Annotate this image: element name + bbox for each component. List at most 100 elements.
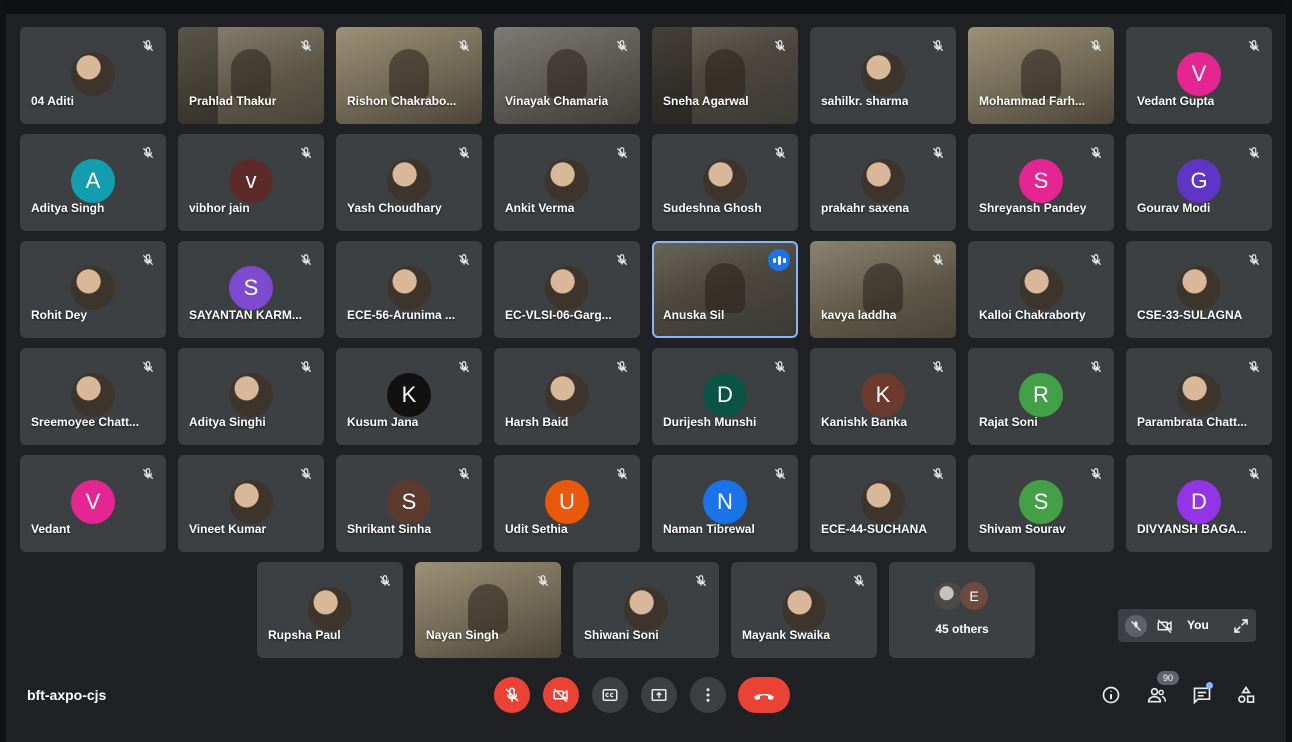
participant-name: Gourav Modi [1137, 201, 1211, 215]
participant-tile[interactable]: Harsh Baid [494, 348, 640, 445]
participant-tile[interactable]: R Rajat Soni [968, 348, 1114, 445]
avatar-initial: U [545, 480, 589, 524]
participant-tile[interactable]: Prahlad Thakur [178, 27, 324, 124]
mic-muted-icon [694, 574, 708, 588]
mic-muted-icon [615, 360, 629, 374]
self-cam-off-icon[interactable] [1154, 615, 1176, 637]
participant-tile[interactable]: Sudeshna Ghosh [652, 134, 798, 231]
participant-tile[interactable]: Parambrata Chatt... [1126, 348, 1272, 445]
participant-tile[interactable]: CSE-33-SULAGNA [1126, 241, 1272, 338]
mic-muted-icon [931, 360, 945, 374]
mic-muted-icon [852, 574, 866, 588]
present-screen-icon [651, 689, 667, 701]
participant-tile[interactable]: Vineet Kumar [178, 455, 324, 552]
video-feed [1021, 49, 1061, 99]
mic-toggle-button[interactable] [494, 677, 530, 713]
participant-tile[interactable]: v vibhor jain [178, 134, 324, 231]
captions-button[interactable] [592, 677, 628, 713]
avatar-photo [71, 266, 115, 310]
participant-tile[interactable]: Yash Choudhary [336, 134, 482, 231]
participant-tile[interactable]: S Shrikant Sinha [336, 455, 482, 552]
participant-tile[interactable]: S Shreyansh Pandey [968, 134, 1114, 231]
participant-tile[interactable]: V Vedant [20, 455, 166, 552]
participant-tile[interactable]: ECE-56-Arunima ... [336, 241, 482, 338]
avatar-photo [71, 52, 115, 96]
people-button[interactable] [1145, 683, 1169, 707]
participant-tile[interactable]: ECE-44-SUCHANA [810, 455, 956, 552]
mic-muted-icon [773, 39, 787, 53]
participant-tile[interactable]: Rishon Chakrabo... [336, 27, 482, 124]
self-mic-off-icon[interactable] [1125, 615, 1147, 637]
participant-tile[interactable]: EC-VLSI-06-Garg... [494, 241, 640, 338]
participant-tile[interactable]: prakahr saxena [810, 134, 956, 231]
participant-tile[interactable]: D DIVYANSH BAGA... [1126, 455, 1272, 552]
participant-tile[interactable]: kavya laddha [810, 241, 956, 338]
mic-muted-icon [615, 39, 629, 53]
camera-toggle-button[interactable] [543, 677, 579, 713]
participant-name: Rohit Dey [31, 308, 88, 322]
participant-tile[interactable]: Aditya Singhi [178, 348, 324, 445]
participant-tile[interactable]: S SAYANTAN KARM... [178, 241, 324, 338]
hang-up-icon [754, 694, 774, 700]
participant-name: Aditya Singhi [189, 415, 266, 429]
activities-shapes-icon [1238, 685, 1255, 703]
participant-tile[interactable]: D Durijesh Munshi [652, 348, 798, 445]
participant-tile[interactable]: N Naman Tibrewal [652, 455, 798, 552]
mic-muted-icon [141, 467, 155, 481]
participant-tile[interactable]: Ankit Verma [494, 134, 640, 231]
participant-name: Shivam Sourav [979, 522, 1066, 536]
participant-tile[interactable]: G Gourav Modi [1126, 134, 1272, 231]
mic-muted-icon [457, 39, 471, 53]
participant-tile[interactable]: K Kanishk Banka [810, 348, 956, 445]
mic-muted-icon [299, 146, 313, 160]
participant-tile[interactable]: 04 Aditi [20, 27, 166, 124]
participant-tile[interactable]: Mohammad Farh... [968, 27, 1114, 124]
leave-call-button[interactable] [738, 677, 790, 713]
participant-tile[interactable]: Vinayak Chamaria [494, 27, 640, 124]
participant-tile[interactable]: sahilkr. sharma [810, 27, 956, 124]
mic-muted-icon [536, 574, 550, 588]
participant-tile[interactable]: S Shivam Sourav [968, 455, 1114, 552]
avatar-photo [1177, 373, 1221, 417]
mic-muted-icon [1089, 253, 1103, 267]
avatar-photo [861, 480, 905, 524]
mic-muted-icon [1247, 467, 1261, 481]
participant-tile[interactable]: Sreemoyee Chatt... [20, 348, 166, 445]
expand-icon[interactable] [1230, 615, 1252, 637]
self-view[interactable]: You [1118, 609, 1256, 642]
present-button[interactable] [641, 677, 677, 713]
participant-tile[interactable]: V Vedant Gupta [1126, 27, 1272, 124]
participant-name: Durijesh Munshi [663, 415, 757, 429]
avatar-initial: N [703, 480, 747, 524]
participant-tile[interactable]: Kalloi Chakraborty [968, 241, 1114, 338]
mic-muted-icon [615, 467, 629, 481]
participant-tile[interactable]: Anuska Sil [652, 241, 798, 338]
participant-tile[interactable]: K Kusum Jana [336, 348, 482, 445]
mic-muted-icon [299, 39, 313, 53]
participant-name: sahilkr. sharma [821, 94, 909, 108]
avatar-photo [782, 587, 826, 631]
participant-name: vibhor jain [189, 201, 250, 215]
avatar-initial: A [71, 159, 115, 203]
others-tile[interactable]: E 45 others [889, 562, 1035, 658]
participant-tile[interactable]: U Udit Sethia [494, 455, 640, 552]
participant-tile[interactable]: Shiwani Soni [573, 562, 719, 658]
avatar-initial: S [387, 480, 431, 524]
avatar-initial: K [861, 373, 905, 417]
participant-tile[interactable]: Mayank Swaika [731, 562, 877, 658]
mic-off-icon [505, 687, 519, 702]
participant-tile[interactable]: Rupsha Paul [257, 562, 403, 658]
more-options-button[interactable] [690, 677, 726, 713]
top-border [0, 0, 1292, 14]
participant-tile[interactable]: Sneha Agarwal [652, 27, 798, 124]
video-feed [389, 49, 429, 99]
participant-name: Kalloi Chakraborty [979, 308, 1086, 322]
left-border [0, 0, 6, 742]
activities-button[interactable] [1234, 683, 1258, 707]
bottom-bar: bft-axpo-cjs [0, 670, 1292, 730]
meeting-details-button[interactable] [1099, 683, 1123, 707]
participant-tile[interactable]: Nayan Singh [415, 562, 561, 658]
participant-tile[interactable]: A Aditya Singh [20, 134, 166, 231]
participant-row-bottom: Rupsha Paul Nayan Singh Shiwani Soni Mayank… [257, 562, 1035, 658]
participant-tile[interactable]: Rohit Dey [20, 241, 166, 338]
